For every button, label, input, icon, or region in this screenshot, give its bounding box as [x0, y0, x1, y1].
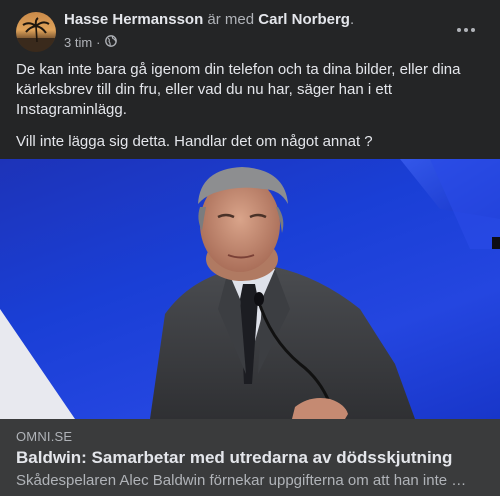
- tagged-name[interactable]: Carl Norberg: [258, 11, 350, 28]
- post-meta: 3 tim ·: [64, 35, 117, 50]
- article-photo: [0, 159, 500, 419]
- link-title[interactable]: Baldwin: Samarbetar med utredarna av död…: [16, 448, 452, 468]
- avatar[interactable]: [16, 12, 56, 52]
- post-body: De kan inte bara gå igenom din telefon o…: [16, 60, 484, 164]
- more-options-button[interactable]: [448, 18, 484, 42]
- author-name[interactable]: Hasse Hermansson: [64, 11, 203, 28]
- globe-icon[interactable]: [104, 35, 117, 50]
- meta-separator: ·: [96, 35, 101, 50]
- post-paragraph-1: De kan inte bara gå igenom din telefon o…: [16, 61, 461, 118]
- post-header: Hasse Hermansson är med Carl Norberg. 3 …: [0, 0, 500, 58]
- with-text: är med: [207, 11, 255, 28]
- more-dot: [457, 28, 461, 32]
- avatar-palm-image: [16, 17, 56, 52]
- link-preview-card[interactable]: OMNI.SE Baldwin: Samarbetar med utredarn…: [0, 419, 500, 496]
- post-time[interactable]: 3 tim: [64, 35, 92, 50]
- post-author-line: Hasse Hermansson är med Carl Norberg.: [64, 11, 354, 28]
- link-description: Skådespelaren Alec Baldwin förnekar uppg…: [16, 472, 468, 489]
- more-dot: [464, 28, 468, 32]
- author-line-period: .: [349, 11, 355, 28]
- post-paragraph-2: Vill inte lägga sig detta. Handlar det o…: [16, 133, 373, 150]
- link-preview-image[interactable]: [0, 159, 500, 419]
- link-domain: OMNI.SE: [16, 429, 73, 444]
- more-dot: [471, 28, 475, 32]
